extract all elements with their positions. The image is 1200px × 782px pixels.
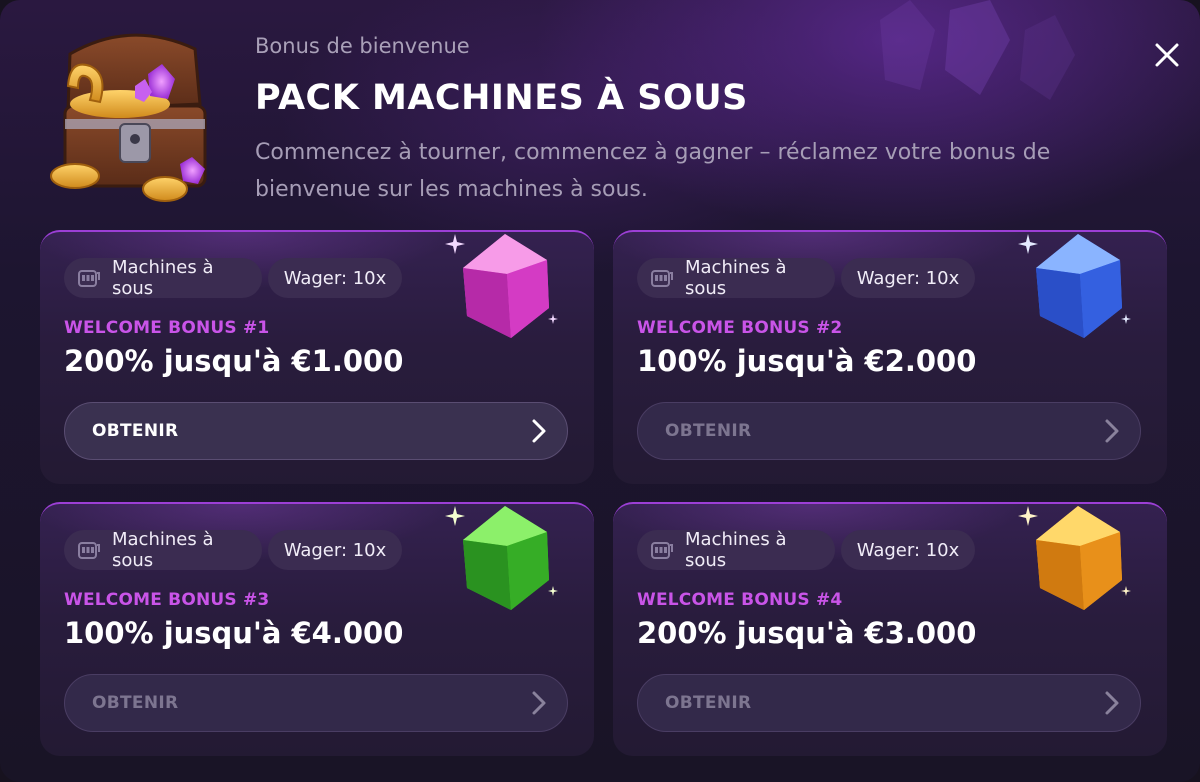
wager-chip: Wager: 10x: [841, 258, 975, 298]
chevron-right-icon: [1105, 691, 1119, 715]
modal-subtitle: Bonus de bienvenue: [255, 34, 470, 58]
wager-chip: Wager: 10x: [841, 530, 975, 570]
obtain-button-label: OBTENIR: [665, 693, 752, 713]
category-chip: Machines à sous: [637, 257, 835, 299]
obtain-button[interactable]: OBTENIR: [64, 402, 568, 460]
bonus-card-1: Machines à sous Wager: 10x WELCOME BONUS…: [40, 230, 594, 484]
obtain-button[interactable]: OBTENIR: [637, 402, 1141, 460]
bonus-label: WELCOME BONUS #3: [64, 590, 270, 610]
close-button[interactable]: [1146, 34, 1188, 76]
slot-machine-icon: [651, 268, 673, 288]
obtain-button-label: OBTENIR: [92, 421, 179, 441]
chevron-right-icon: [532, 691, 546, 715]
slot-machine-icon: [78, 540, 100, 560]
welcome-bonus-modal: Bonus de bienvenue PACK MACHINES À SOUS …: [0, 0, 1200, 782]
category-chip: Machines à sous: [64, 529, 262, 571]
bonus-label: WELCOME BONUS #4: [637, 590, 843, 610]
bonus-card-3: Machines à sous Wager: 10x WELCOME BONUS…: [40, 502, 594, 756]
bonus-label: WELCOME BONUS #2: [637, 318, 843, 338]
bonus-amount: 100% jusqu'à €2.000: [637, 344, 977, 378]
modal-title: PACK MACHINES À SOUS: [255, 78, 748, 118]
orange-gem-icon: [1018, 506, 1131, 610]
blue-gem-icon: [1018, 234, 1131, 338]
bonus-amount: 200% jusqu'à €1.000: [64, 344, 404, 378]
obtain-button-label: OBTENIR: [92, 693, 179, 713]
category-label: Machines à sous: [685, 257, 787, 299]
pink-gem-icon: [445, 234, 558, 338]
slot-machine-icon: [78, 268, 100, 288]
wager-chip: Wager: 10x: [268, 258, 402, 298]
chevron-right-icon: [532, 419, 546, 443]
category-label: Machines à sous: [112, 529, 214, 571]
category-label: Machines à sous: [112, 257, 214, 299]
obtain-button-label: OBTENIR: [665, 421, 752, 441]
bonus-amount: 100% jusqu'à €4.000: [64, 616, 404, 650]
obtain-button[interactable]: OBTENIR: [637, 674, 1141, 732]
green-gem-icon: [445, 506, 558, 610]
obtain-button[interactable]: OBTENIR: [64, 674, 568, 732]
bonus-card-2: Machines à sous Wager: 10x WELCOME BONUS…: [613, 230, 1167, 484]
bonus-card-4: Machines à sous Wager: 10x WELCOME BONUS…: [613, 502, 1167, 756]
treasure-chest-icon: [50, 33, 207, 202]
modal-description: Commencez à tourner, commencez à gagner …: [255, 140, 1051, 202]
bonus-label: WELCOME BONUS #1: [64, 318, 270, 338]
category-chip: Machines à sous: [64, 257, 262, 299]
category-chip: Machines à sous: [637, 529, 835, 571]
background-crystals-icon: [880, 0, 1075, 100]
bonus-amount: 200% jusqu'à €3.000: [637, 616, 977, 650]
close-icon: [1155, 43, 1179, 67]
chevron-right-icon: [1105, 419, 1119, 443]
category-label: Machines à sous: [685, 529, 787, 571]
slot-machine-icon: [651, 540, 673, 560]
wager-chip: Wager: 10x: [268, 530, 402, 570]
